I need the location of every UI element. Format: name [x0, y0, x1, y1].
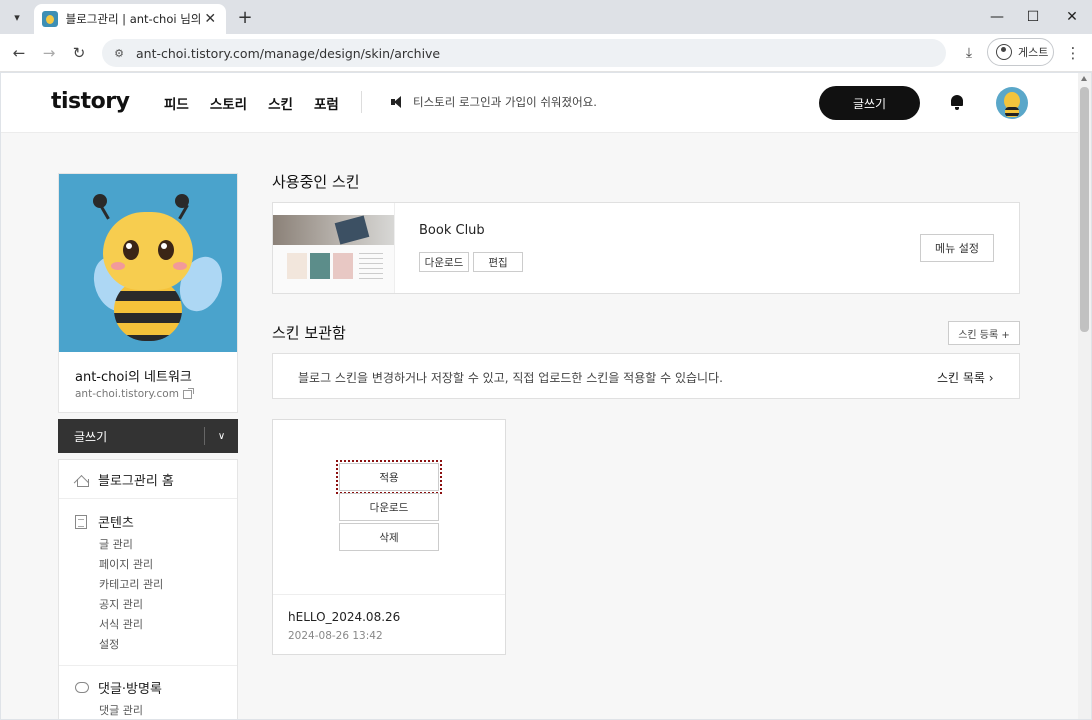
nav-feed[interactable]: 피드 — [164, 93, 189, 113]
home-icon — [75, 473, 89, 487]
reload-icon[interactable]: ↻ — [68, 42, 90, 64]
skin-download-button[interactable]: 다운로드 — [419, 252, 469, 272]
close-window-icon[interactable]: ✕ — [1052, 4, 1092, 30]
archive-info-text: 블로그 스킨을 변경하거나 저장할 수 있고, 직접 업로드한 스킨을 적용할 … — [298, 371, 723, 385]
skin-name: Book Club — [419, 223, 485, 238]
profile-label: 게스트 — [1018, 46, 1049, 59]
new-tab-icon[interactable]: + — [234, 6, 256, 28]
document-icon — [75, 514, 87, 529]
blog-name[interactable]: ant-choi의 네트워크 — [75, 366, 192, 385]
global-nav: 피드 스토리 스킨 포럼 — [164, 93, 360, 113]
browser-tab[interactable]: 블로그관리 | ant-choi 님의 블로그 ✕ — [34, 4, 226, 34]
profile-button[interactable]: 게스트 — [987, 38, 1054, 66]
url-omnibox[interactable]: ⚙ ant-choi.tistory.com/manage/design/ski… — [102, 39, 946, 67]
external-link-icon — [182, 387, 194, 399]
address-bar: ← → ↻ ⚙ ant-choi.tistory.com/manage/desi… — [0, 34, 1092, 72]
blog-url: ant-choi.tistory.com — [75, 388, 179, 400]
nav-forum[interactable]: 포럼 — [314, 93, 339, 113]
site-info-icon[interactable]: ⚙ — [110, 44, 128, 62]
sidebar-item-categories[interactable]: 카테고리 관리 — [99, 576, 163, 592]
sidebar-group-comments[interactable]: 댓글·방명록 — [75, 678, 162, 697]
blog-url-link[interactable]: ant-choi.tistory.com — [75, 387, 194, 400]
archive-skin-name: hELLO_2024.08.26 — [288, 610, 401, 624]
card-preview[interactable]: 적용 다운로드 삭제 — [273, 420, 505, 595]
tab-title: 블로그관리 | ant-choi 님의 블로그 — [65, 12, 203, 26]
skin-thumbnail[interactable] — [273, 203, 395, 293]
current-skin-box: Book Club 다운로드 편집 메뉴 설정 — [272, 202, 1020, 294]
download-button[interactable]: 다운로드 — [339, 493, 439, 521]
download-icon[interactable]: ⤓ — [958, 42, 980, 64]
blog-profile-image[interactable] — [59, 174, 237, 352]
more-menu-icon[interactable]: ⋮ — [1062, 42, 1084, 64]
sidebar-item-comments[interactable]: 댓글 관리 — [99, 702, 143, 718]
sidebar-item-settings[interactable]: 설정 — [99, 636, 119, 652]
page-scrollbar[interactable] — [1078, 73, 1091, 719]
notice-text: 티스토리 로그인과 가입이 쉬워졌어요. — [413, 95, 597, 109]
skin-list-link[interactable]: 스킨 목록 › — [937, 369, 994, 386]
speaker-icon — [391, 96, 405, 108]
minimize-icon[interactable]: — — [977, 4, 1017, 30]
maximize-icon[interactable]: ☐ — [1013, 4, 1053, 30]
sidebar-group-label: 콘텐츠 — [98, 516, 134, 531]
sidebar-menu: 블로그관리 홈 콘텐츠 글 관리 페이지 관리 카테고리 관리 공지 관리 서식… — [58, 459, 238, 719]
sidebar-group-label: 댓글·방명록 — [98, 682, 162, 697]
site-header: tistory 피드 스토리 스킨 포럼 티스토리 로그인과 가입이 쉬워졌어요… — [1, 73, 1078, 133]
notice-banner[interactable]: 티스토리 로그인과 가입이 쉬워졌어요. — [391, 94, 597, 110]
sidebar-write-button[interactable]: 글쓰기 ∨ — [58, 419, 238, 453]
blog-profile-card: ant-choi의 네트워크 ant-choi.tistory.com — [58, 173, 238, 413]
sidebar-item-pages[interactable]: 페이지 관리 — [99, 556, 153, 572]
url-text: ant-choi.tistory.com/manage/design/skin/… — [136, 45, 441, 61]
skin-archive-title: 스킨 보관함 — [272, 324, 346, 342]
browser-tab-bar: ▾ 블로그관리 | ant-choi 님의 블로그 ✕ + — ☐ ✕ — [0, 0, 1092, 34]
bell-icon[interactable] — [949, 93, 965, 111]
page-content: tistory 피드 스토리 스킨 포럼 티스토리 로그인과 가입이 쉬워졌어요… — [1, 73, 1078, 719]
favicon-icon — [42, 11, 58, 27]
avatar[interactable] — [996, 87, 1028, 119]
nav-skin[interactable]: 스킨 — [268, 93, 293, 113]
archive-info-box: 블로그 스킨을 변경하거나 저장할 수 있고, 직접 업로드한 스킨을 적용할 … — [272, 353, 1020, 399]
sidebar-write-label: 글쓰기 — [74, 429, 108, 444]
archive-skin-date: 2024-08-26 13:42 — [288, 630, 383, 642]
close-tab-icon[interactable]: ✕ — [202, 11, 218, 27]
delete-button[interactable]: 삭제 — [339, 523, 439, 551]
sidebar-item-posts[interactable]: 글 관리 — [99, 536, 133, 552]
sidebar-item-home[interactable]: 블로그관리 홈 — [75, 470, 174, 489]
sidebar-item-notices[interactable]: 공지 관리 — [99, 596, 143, 612]
divider — [59, 665, 237, 666]
nav-divider — [361, 91, 362, 113]
skin-edit-button[interactable]: 편집 — [473, 252, 523, 272]
sidebar-group-content[interactable]: 콘텐츠 — [75, 512, 134, 531]
current-skin-title: 사용중인 스킨 — [272, 173, 360, 191]
apply-button[interactable]: 적용 — [336, 460, 442, 494]
tistory-logo[interactable]: tistory — [51, 89, 130, 114]
divider — [59, 498, 237, 499]
skin-register-button[interactable]: 스킨 등록 + — [948, 321, 1020, 345]
scroll-thumb[interactable] — [1080, 87, 1089, 332]
back-icon[interactable]: ← — [8, 42, 30, 64]
nav-story[interactable]: 스토리 — [210, 93, 247, 113]
sidebar-item-templates[interactable]: 서식 관리 — [99, 616, 143, 632]
sidebar-item-label: 블로그관리 홈 — [98, 474, 174, 489]
forward-icon[interactable]: → — [38, 42, 60, 64]
tab-search-icon[interactable]: ▾ — [6, 6, 28, 28]
scroll-up-icon[interactable] — [1081, 76, 1087, 81]
profile-icon — [996, 44, 1012, 60]
menu-setting-button[interactable]: 메뉴 설정 — [920, 234, 994, 262]
archive-skin-card: 적용 다운로드 삭제 hELLO_2024.08.26 2024-08-26 1… — [272, 419, 506, 655]
comment-icon — [75, 682, 89, 693]
chevron-down-icon[interactable]: ∨ — [205, 431, 238, 442]
write-button[interactable]: 글쓰기 — [819, 86, 920, 120]
